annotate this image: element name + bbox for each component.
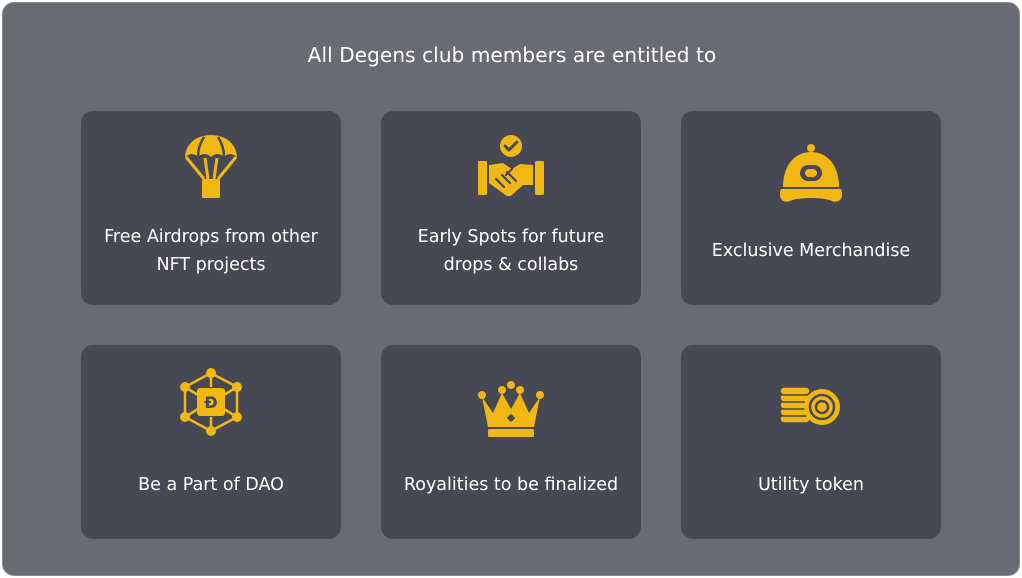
coins-token-icon	[776, 375, 846, 445]
benefit-card-merchandise: Exclusive Merchandise	[681, 111, 941, 305]
cap-icon	[776, 143, 846, 213]
benefit-label: Free Airdrops from other NFT projects	[104, 227, 318, 275]
benefits-panel: All Degens club members are entitled to …	[2, 2, 1020, 576]
svg-text:Đ: Đ	[204, 393, 217, 412]
benefit-label: Early Spots for future drops & collabs	[417, 227, 605, 275]
benefit-label: Be a Part of DAO	[138, 475, 284, 495]
dao-network-icon: Đ	[176, 367, 246, 437]
handshake-check-icon	[476, 133, 546, 203]
benefit-label: Utility token	[758, 475, 864, 495]
crown-icon	[476, 375, 546, 445]
benefit-card-dao: Đ Be a Part of DAO	[81, 345, 341, 539]
benefit-card-utility-token: Utility token	[681, 345, 941, 539]
benefit-card-early-spots: Early Spots for future drops & collabs	[381, 111, 641, 305]
benefit-card-airdrops: Free Airdrops from other NFT projects	[81, 111, 341, 305]
benefit-card-royalties: Royalities to be finalized	[381, 345, 641, 539]
benefit-label: Royalities to be finalized	[403, 475, 619, 495]
page-title: All Degens club members are entitled to	[307, 43, 717, 67]
benefit-label: Exclusive Merchandise	[711, 241, 911, 261]
parachute-airdrop-icon	[176, 133, 246, 203]
